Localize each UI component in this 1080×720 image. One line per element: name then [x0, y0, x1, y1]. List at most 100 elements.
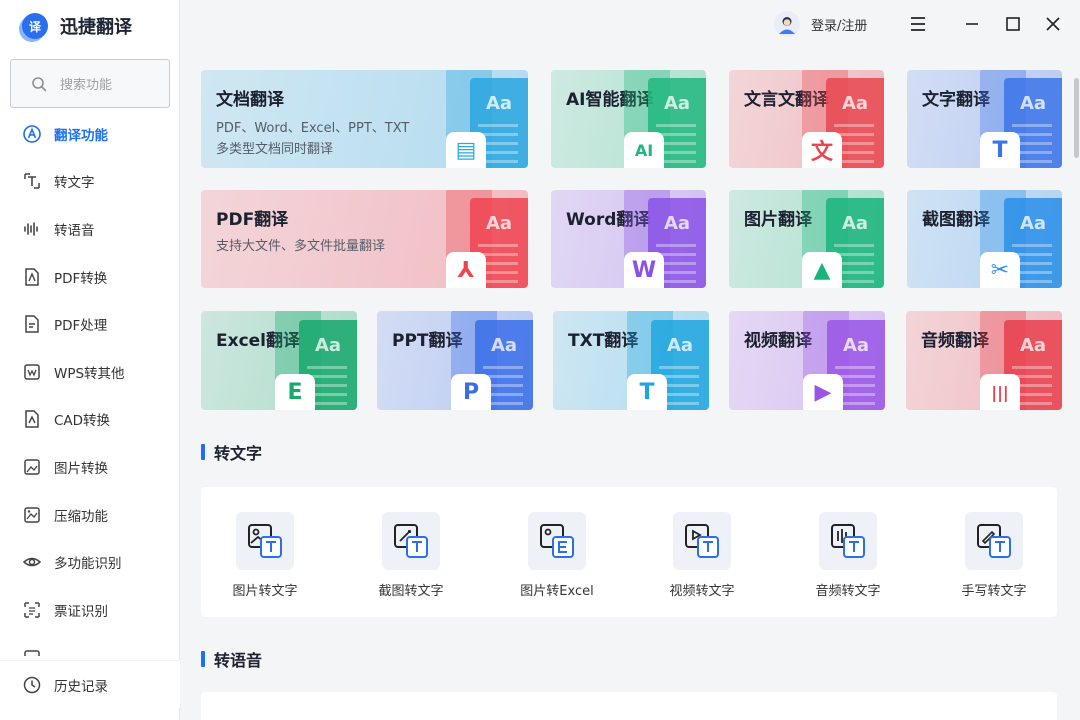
card-badge-icon: ▶: [803, 374, 843, 410]
section-header-text: 转文字: [201, 440, 262, 464]
card-badge-icon: T: [627, 374, 667, 410]
sidebar-item-pdf-convert[interactable]: PDF转换: [0, 253, 180, 301]
login-button[interactable]: 登录/注册: [774, 11, 867, 37]
card-badge-icon: P: [451, 374, 491, 410]
tool-audio-to-text[interactable]: 音频转文字: [793, 512, 903, 599]
sidebar: 译 迅捷翻译 搜索功能 翻译功能 转文字 转语音 PDF转换 PDF处理 WPS…: [0, 0, 180, 720]
card-badge-icon: ✂: [980, 252, 1020, 288]
app-logo-icon: 译: [22, 13, 48, 39]
maximize-icon: [1006, 17, 1020, 31]
card-illustration: Aa ▲: [794, 190, 884, 288]
translate-card-video[interactable]: 视频翻译 Aa ▶: [729, 311, 885, 410]
cad-icon: [22, 409, 42, 429]
search-input[interactable]: 搜索功能: [10, 59, 170, 108]
doc-icon: [22, 648, 42, 656]
tool-label: 视频转文字: [669, 584, 735, 599]
sidebar-item-wps[interactable]: WPS转其他: [0, 348, 180, 396]
translate-card-pdf[interactable]: PDF翻译 支持大文件、多文件批量翻译 Aa ⅄: [201, 190, 528, 288]
card-illustration: Aa ▤: [438, 70, 528, 168]
card-illustration: Aa AI: [616, 70, 706, 168]
sidebar-item-text[interactable]: 转文字: [0, 158, 180, 206]
scrollbar[interactable]: [1072, 0, 1080, 720]
text-convert-icon: [22, 171, 42, 191]
sidebar-item-label: CAD转换: [54, 413, 111, 430]
card-illustration: Aa W: [616, 190, 706, 288]
translate-card-image[interactable]: 图片翻译 Aa ▲: [729, 190, 884, 288]
search-placeholder: 搜索功能: [60, 78, 113, 93]
sidebar-item-translate[interactable]: 翻译功能: [0, 110, 180, 158]
translate-icon: [22, 124, 42, 144]
audio-to-text-icon: [819, 512, 877, 570]
card-badge-icon: E: [275, 374, 315, 410]
video-to-text-icon: [673, 512, 731, 570]
sidebar-item-voice[interactable]: 转语音: [0, 205, 180, 253]
sidebar-item-hidden: [0, 634, 180, 656]
sidebar-item-label: 转文字: [54, 175, 95, 192]
card-illustration: Aa T: [972, 70, 1062, 168]
eye-icon: [22, 552, 42, 572]
sidebar-item-label: WPS转其他: [54, 365, 125, 382]
sidebar-item-image-convert[interactable]: 图片转换: [0, 443, 180, 491]
sidebar-item-label: PDF处理: [54, 318, 108, 335]
section-title: 转语音: [214, 651, 263, 670]
translate-card-excel[interactable]: Excel翻译 Aa E: [201, 311, 357, 410]
history-button[interactable]: 历史记录: [0, 660, 180, 708]
translate-card-screenshot[interactable]: 截图翻译 Aa ✂: [907, 190, 1062, 288]
tool-image-to-excel[interactable]: 图片转Excel: [502, 512, 612, 599]
close-icon: [1046, 17, 1060, 31]
tool-image-to-text[interactable]: 图片转文字: [210, 512, 320, 599]
search-icon: [32, 76, 47, 91]
pdf-convert-icon: [22, 267, 42, 287]
sidebar-item-label: 票证识别: [54, 603, 108, 620]
sidebar-item-recognize[interactable]: 多功能识别: [0, 538, 180, 586]
ticket-icon: [22, 600, 42, 620]
tool-video-to-text[interactable]: 视频转文字: [647, 512, 757, 599]
card-illustration: Aa ✂: [972, 190, 1062, 288]
translate-card-audio[interactable]: 音频翻译 Aa |||: [906, 311, 1062, 410]
sidebar-item-cad[interactable]: CAD转换: [0, 396, 180, 444]
card-badge-icon: ▤: [446, 132, 486, 168]
tool-handwriting-to-text[interactable]: 手写转文字: [939, 512, 1049, 599]
translate-card-classical[interactable]: 文言文翻译 Aa 文: [729, 70, 884, 168]
card-illustration: Aa E: [267, 311, 357, 410]
image-to-excel-icon: [528, 512, 586, 570]
card-illustration: Aa T: [619, 311, 709, 410]
sidebar-item-ticket[interactable]: 票证识别: [0, 586, 180, 634]
voice-tools-panel: [201, 692, 1057, 720]
tool-label: 截图转文字: [378, 584, 444, 599]
close-button[interactable]: [1043, 14, 1063, 34]
menu-icon: [911, 17, 925, 31]
card-badge-icon: 文: [802, 132, 842, 168]
section-marker: [201, 444, 205, 460]
card-badge-icon: ⅄: [446, 252, 486, 288]
image-to-text-icon: [236, 512, 294, 570]
tool-label: 图片转Excel: [520, 584, 594, 599]
maximize-button[interactable]: [1003, 14, 1023, 34]
translate-card-word[interactable]: Word翻译 Aa W: [551, 190, 706, 288]
card-badge-icon: |||: [980, 374, 1020, 410]
card-description: 多类型文档同时翻译: [216, 142, 334, 157]
brand: 译 迅捷翻译: [22, 12, 132, 40]
card-illustration: Aa ▶: [795, 311, 885, 410]
sidebar-item-compress[interactable]: 压缩功能: [0, 491, 180, 539]
card-badge-icon: ▲: [802, 252, 842, 288]
minimize-button[interactable]: [962, 14, 982, 34]
translate-card-document[interactable]: 文档翻译 PDF、Word、Excel、PPT、TXT 多类型文档同时翻译 Aa ▤: [201, 70, 528, 168]
text-tools-panel: 图片转文字 截图转文字 图片转Excel 视频转文字 音频转文字 手写转文字: [201, 487, 1057, 617]
scrollbar-thumb[interactable]: [1074, 78, 1079, 158]
card-badge-icon: W: [624, 252, 664, 288]
card-badge-icon: T: [980, 132, 1020, 168]
card-illustration: Aa |||: [972, 311, 1062, 410]
sidebar-item-pdf-process[interactable]: PDF处理: [0, 300, 180, 348]
translate-card-ppt[interactable]: PPT翻译 Aa P: [377, 311, 533, 410]
card-title: PDF翻译: [216, 210, 289, 230]
sidebar-item-label: 多功能识别: [54, 556, 122, 573]
sidebar-item-label: PDF转换: [54, 270, 108, 287]
translate-card-txt[interactable]: TXT翻译 Aa T: [553, 311, 709, 410]
menu-button[interactable]: [908, 14, 928, 34]
translate-card-ai[interactable]: AI智能翻译 Aa AI: [551, 70, 706, 168]
translate-card-text[interactable]: 文字翻译 Aa T: [907, 70, 1062, 168]
section-marker: [201, 651, 205, 667]
tool-screenshot-to-text[interactable]: 截图转文字: [356, 512, 466, 599]
section-title: 转文字: [214, 444, 263, 463]
